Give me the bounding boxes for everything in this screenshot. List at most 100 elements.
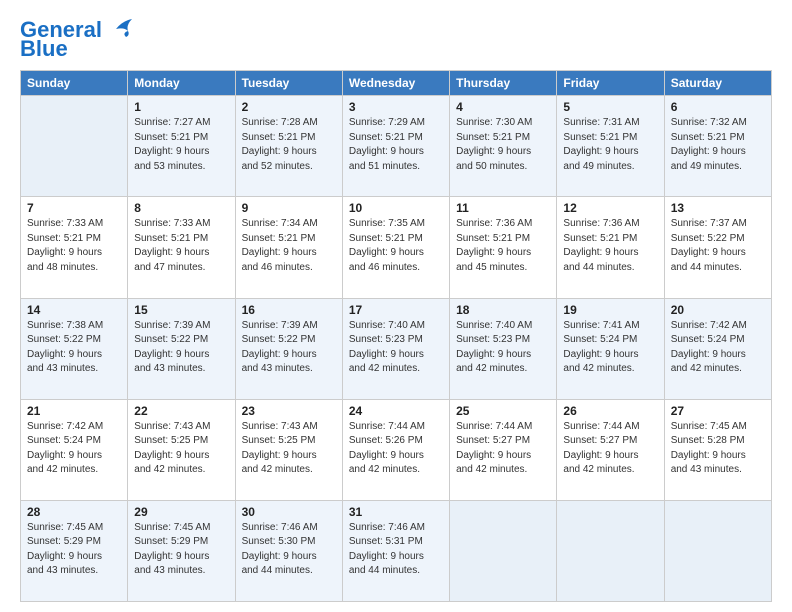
calendar-cell: 31 Sunrise: 7:46 AMSunset: 5:31 PMDayligh… <box>342 500 449 601</box>
day-info: Sunrise: 7:45 AMSunset: 5:28 PMDaylight:… <box>671 420 765 478</box>
day-info: Sunrise: 7:42 AMSunset: 5:24 PMDaylight:… <box>27 420 121 478</box>
day-info: Sunrise: 7:41 AMSunset: 5:24 PMDaylight:… <box>563 319 657 377</box>
day-info: Sunrise: 7:39 AMSunset: 5:22 PMDaylight:… <box>242 319 336 377</box>
day-number: 13 <box>671 201 765 215</box>
calendar-cell: 9 Sunrise: 7:34 AMSunset: 5:21 PMDaylight… <box>235 197 342 298</box>
day-info: Sunrise: 7:44 AMSunset: 5:27 PMDaylight:… <box>563 420 657 478</box>
calendar-week-row: 14 Sunrise: 7:38 AMSunset: 5:22 PMDayligh… <box>21 298 772 399</box>
day-number: 21 <box>27 404 121 418</box>
weekday-header: Tuesday <box>235 71 342 96</box>
calendar-cell: 21 Sunrise: 7:42 AMSunset: 5:24 PMDayligh… <box>21 399 128 500</box>
calendar-cell: 5Sunrise: 7:31 AMSunset: 5:21 PMDaylight… <box>557 96 664 197</box>
calendar-cell: 27 Sunrise: 7:45 AMSunset: 5:28 PMDayligh… <box>664 399 771 500</box>
day-number: 26 <box>563 404 657 418</box>
day-number: 31 <box>349 505 443 519</box>
day-number: 16 <box>242 303 336 317</box>
calendar-cell: 18 Sunrise: 7:40 AMSunset: 5:23 PMDayligh… <box>450 298 557 399</box>
weekday-header: Monday <box>128 71 235 96</box>
day-number: 29 <box>134 505 228 519</box>
day-number: 7 <box>27 201 121 215</box>
day-info: Sunrise: 7:40 AMSunset: 5:23 PMDaylight:… <box>456 319 550 377</box>
weekday-header-row: SundayMondayTuesdayWednesdayThursdayFrid… <box>21 71 772 96</box>
day-number: 9 <box>242 201 336 215</box>
day-info: Sunrise: 7:43 AMSunset: 5:25 PMDaylight:… <box>134 420 228 478</box>
day-number: 14 <box>27 303 121 317</box>
calendar-cell: 23 Sunrise: 7:43 AMSunset: 5:25 PMDayligh… <box>235 399 342 500</box>
day-number: 27 <box>671 404 765 418</box>
calendar-week-row: 1 Sunrise: 7:27 AMSunset: 5:21 PMDaylight… <box>21 96 772 197</box>
day-number: 18 <box>456 303 550 317</box>
day-number: 17 <box>349 303 443 317</box>
day-number: 8 <box>134 201 228 215</box>
day-info: Sunrise: 7:39 AMSunset: 5:22 PMDaylight:… <box>134 319 228 377</box>
calendar-cell: 26 Sunrise: 7:44 AMSunset: 5:27 PMDayligh… <box>557 399 664 500</box>
day-info: Sunrise: 7:44 AMSunset: 5:26 PMDaylight:… <box>349 420 443 478</box>
day-number: 1 <box>134 100 228 114</box>
day-info: Sunrise: 7:44 AMSunset: 5:27 PMDaylight:… <box>456 420 550 478</box>
day-info: Sunrise: 7:31 AMSunset: 5:21 PMDaylight:… <box>563 116 657 174</box>
day-info: Sunrise: 7:45 AMSunset: 5:29 PMDaylight:… <box>27 521 121 579</box>
calendar-cell: 10 Sunrise: 7:35 AMSunset: 5:21 PMDayligh… <box>342 197 449 298</box>
day-number: 10 <box>349 201 443 215</box>
calendar-cell: 8Sunrise: 7:33 AMSunset: 5:21 PMDaylight… <box>128 197 235 298</box>
day-number: 3 <box>349 100 443 114</box>
day-info: Sunrise: 7:35 AMSunset: 5:21 PMDaylight:… <box>349 217 443 275</box>
weekday-header: Friday <box>557 71 664 96</box>
day-info: Sunrise: 7:34 AMSunset: 5:21 PMDaylight:… <box>242 217 336 275</box>
weekday-header: Thursday <box>450 71 557 96</box>
calendar-cell: 22 Sunrise: 7:43 AMSunset: 5:25 PMDayligh… <box>128 399 235 500</box>
day-info: Sunrise: 7:36 AMSunset: 5:21 PMDaylight:… <box>456 217 550 275</box>
day-info: Sunrise: 7:32 AMSunset: 5:21 PMDaylight:… <box>671 116 765 174</box>
calendar-cell: 1 Sunrise: 7:27 AMSunset: 5:21 PMDaylight… <box>128 96 235 197</box>
weekday-header: Saturday <box>664 71 771 96</box>
calendar-cell: 15Sunrise: 7:39 AMSunset: 5:22 PMDayligh… <box>128 298 235 399</box>
weekday-header: Wednesday <box>342 71 449 96</box>
day-number: 19 <box>563 303 657 317</box>
day-info: Sunrise: 7:36 AMSunset: 5:21 PMDaylight:… <box>563 217 657 275</box>
calendar-cell: 14 Sunrise: 7:38 AMSunset: 5:22 PMDayligh… <box>21 298 128 399</box>
day-number: 24 <box>349 404 443 418</box>
calendar-cell: 30 Sunrise: 7:46 AMSunset: 5:30 PMDayligh… <box>235 500 342 601</box>
calendar-cell: 13Sunrise: 7:37 AMSunset: 5:22 PMDayligh… <box>664 197 771 298</box>
calendar-cell: 19 Sunrise: 7:41 AMSunset: 5:24 PMDayligh… <box>557 298 664 399</box>
calendar-cell: 3 Sunrise: 7:29 AMSunset: 5:21 PMDaylight… <box>342 96 449 197</box>
day-info: Sunrise: 7:27 AMSunset: 5:21 PMDaylight:… <box>134 116 228 174</box>
day-number: 25 <box>456 404 550 418</box>
calendar-cell <box>21 96 128 197</box>
day-info: Sunrise: 7:45 AMSunset: 5:29 PMDaylight:… <box>134 521 228 579</box>
calendar-table: SundayMondayTuesdayWednesdayThursdayFrid… <box>20 70 772 602</box>
day-number: 22 <box>134 404 228 418</box>
calendar-cell: 6 Sunrise: 7:32 AMSunset: 5:21 PMDaylight… <box>664 96 771 197</box>
calendar-cell: 4 Sunrise: 7:30 AMSunset: 5:21 PMDaylight… <box>450 96 557 197</box>
calendar-cell: 2Sunrise: 7:28 AMSunset: 5:21 PMDaylight… <box>235 96 342 197</box>
header: General Blue <box>20 18 772 60</box>
calendar-cell: 24 Sunrise: 7:44 AMSunset: 5:26 PMDayligh… <box>342 399 449 500</box>
calendar-cell: 20Sunrise: 7:42 AMSunset: 5:24 PMDayligh… <box>664 298 771 399</box>
day-info: Sunrise: 7:29 AMSunset: 5:21 PMDaylight:… <box>349 116 443 174</box>
weekday-header: Sunday <box>21 71 128 96</box>
calendar-cell: 12 Sunrise: 7:36 AMSunset: 5:21 PMDayligh… <box>557 197 664 298</box>
day-number: 23 <box>242 404 336 418</box>
day-info: Sunrise: 7:30 AMSunset: 5:21 PMDaylight:… <box>456 116 550 174</box>
logo-bird-icon <box>106 17 134 39</box>
day-number: 12 <box>563 201 657 215</box>
calendar-cell: 16 Sunrise: 7:39 AMSunset: 5:22 PMDayligh… <box>235 298 342 399</box>
day-number: 30 <box>242 505 336 519</box>
calendar-cell: 7 Sunrise: 7:33 AMSunset: 5:21 PMDaylight… <box>21 197 128 298</box>
logo: General Blue <box>20 18 134 60</box>
day-info: Sunrise: 7:43 AMSunset: 5:25 PMDaylight:… <box>242 420 336 478</box>
day-info: Sunrise: 7:42 AMSunset: 5:24 PMDaylight:… <box>671 319 765 377</box>
day-number: 11 <box>456 201 550 215</box>
calendar-cell: 17 Sunrise: 7:40 AMSunset: 5:23 PMDayligh… <box>342 298 449 399</box>
day-number: 4 <box>456 100 550 114</box>
calendar-cell <box>450 500 557 601</box>
day-info: Sunrise: 7:33 AMSunset: 5:21 PMDaylight:… <box>27 217 121 275</box>
day-number: 6 <box>671 100 765 114</box>
calendar-week-row: 21 Sunrise: 7:42 AMSunset: 5:24 PMDayligh… <box>21 399 772 500</box>
calendar-cell: 11 Sunrise: 7:36 AMSunset: 5:21 PMDayligh… <box>450 197 557 298</box>
calendar-cell <box>557 500 664 601</box>
day-info: Sunrise: 7:46 AMSunset: 5:31 PMDaylight:… <box>349 521 443 579</box>
day-info: Sunrise: 7:46 AMSunset: 5:30 PMDaylight:… <box>242 521 336 579</box>
day-info: Sunrise: 7:40 AMSunset: 5:23 PMDaylight:… <box>349 319 443 377</box>
day-info: Sunrise: 7:38 AMSunset: 5:22 PMDaylight:… <box>27 319 121 377</box>
